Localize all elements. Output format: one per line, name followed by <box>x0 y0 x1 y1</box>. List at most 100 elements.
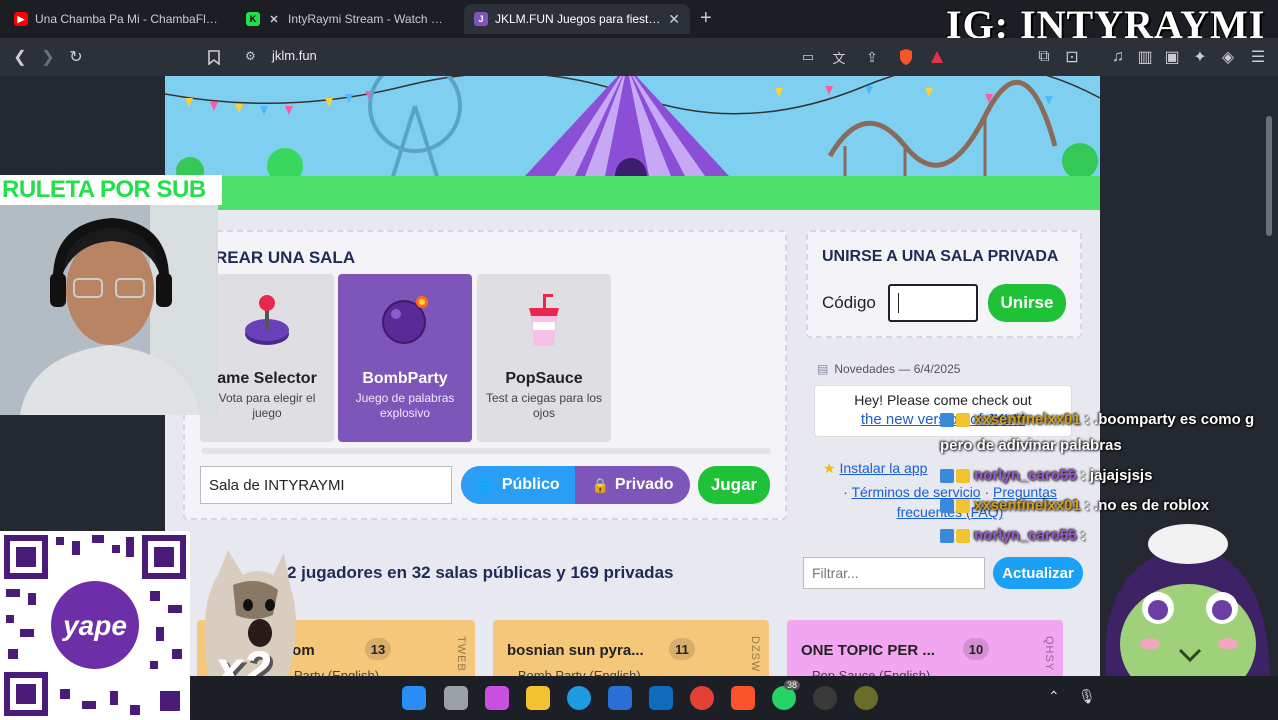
private-toggle-button[interactable]: 🔒 Privado <box>575 466 690 504</box>
whatsapp-badge: 38 <box>784 680 801 690</box>
game-card-game-selector[interactable]: ame Selector Vota para elegir el juego <box>200 274 334 442</box>
game-card-popsauce[interactable]: PopSauce Test a ciegas para los ojos <box>477 274 611 442</box>
refresh-button[interactable]: Actualizar <box>993 557 1083 589</box>
joystick-icon <box>245 295 289 345</box>
news-icon: ▤ <box>817 362 829 376</box>
windows-start-icon[interactable] <box>402 686 426 710</box>
browser-toolbar: ❮ ❯ ↻ ⚙ jklm.fun ▭ 文 ⇪ ⧉ ⊡ ♫ ▥ ▣ ✦ ◈ ☰ <box>0 38 1278 76</box>
game-description: Vota para elegir el juego <box>218 391 316 420</box>
subscriber-badge-icon <box>956 413 970 428</box>
webcam-feed <box>0 205 218 415</box>
tab-chambaflow[interactable]: ▶ Una Chamba Pa Mi - ChambaFlow (P... <box>4 4 230 34</box>
vpn-icon[interactable]: ◈ <box>1218 47 1238 67</box>
forward-icon[interactable]: ❯ <box>38 47 58 67</box>
extensions-icon[interactable]: ⧉ <box>1034 47 1054 67</box>
room-code: TWEB <box>455 636 467 672</box>
menu-icon[interactable]: ☰ <box>1248 47 1268 67</box>
file-explorer-icon[interactable] <box>526 686 550 710</box>
join-room-panel: UNIRSE A UNA SALA PRIVADA Código Unirse <box>806 230 1082 338</box>
app-icon[interactable] <box>854 686 878 710</box>
sidebar-icon[interactable]: ▥ <box>1135 47 1155 67</box>
wallet-icon[interactable]: ▣ <box>1162 47 1182 67</box>
public-label: Público <box>501 476 560 493</box>
game-name: ame Selector <box>217 370 317 387</box>
site-info-icon[interactable]: ⚙ <box>245 49 256 63</box>
new-tab-button[interactable]: + <box>700 7 712 30</box>
moderator-badge-icon <box>940 529 954 544</box>
qr-brand-text: yape <box>61 610 127 641</box>
play-button[interactable]: Jugar <box>698 466 770 504</box>
youtube-icon: ▶ <box>14 12 28 26</box>
ruleta-banner: RULETA POR SUB <box>0 175 222 205</box>
lock-icon: 🔒 <box>591 476 609 493</box>
room-name-input[interactable]: Sala de INTYRAYMI <box>200 466 452 504</box>
cast-icon[interactable]: ▭ <box>798 47 818 67</box>
subscriber-badge-icon <box>956 499 970 514</box>
room-filter-input[interactable]: Filtrar... <box>803 557 985 589</box>
install-app-link[interactable]: Instalar la app <box>839 460 927 476</box>
microphone-icon[interactable]: 🎙 <box>1078 688 1096 705</box>
tab-intyraymi-stream[interactable]: K ✕ IntyRaymi Stream - Watch Live on... <box>236 4 458 34</box>
bookmark-icon[interactable] <box>204 47 224 67</box>
room-name: ONE TOPIC PER ... <box>801 642 935 659</box>
star-icon: ★ <box>823 460 836 476</box>
screenshot-icon[interactable]: ⊡ <box>1062 47 1082 67</box>
edge-icon[interactable] <box>567 686 591 710</box>
drink-cup-icon <box>529 294 559 346</box>
leo-ai-icon[interactable]: ✦ <box>1190 47 1210 67</box>
chat-message: pero de adivinar palabras <box>940 437 1122 454</box>
game-card-bombparty[interactable]: BombParty Juego de palabras explosivo <box>338 274 472 442</box>
private-label: Privado <box>614 476 674 493</box>
news-header: ▤ Novedades — 6/4/2025 <box>817 362 961 376</box>
moderator-badge-icon <box>940 413 954 428</box>
obs-icon[interactable] <box>813 686 837 710</box>
tab-label: JKLM.FUN Juegos para fiestas en... <box>495 12 662 26</box>
page-scrollbar[interactable] <box>1266 116 1272 236</box>
public-toggle-button[interactable]: 🌐 Público <box>461 466 575 504</box>
reload-icon[interactable]: ↻ <box>66 47 86 67</box>
close-tab-icon[interactable]: ✕ <box>668 11 680 28</box>
globe-icon: 🌐 <box>476 476 494 493</box>
translate-icon[interactable]: 文 <box>829 47 849 67</box>
room-code-input[interactable] <box>888 284 978 322</box>
store-icon[interactable] <box>608 686 632 710</box>
browser-tab-bar: ▶ Una Chamba Pa Mi - ChambaFlow (P... K … <box>0 0 1278 47</box>
mute-icon[interactable]: ✕ <box>267 12 281 26</box>
room-player-count: 11 <box>669 638 695 660</box>
code-label: Código <box>822 293 876 312</box>
join-button[interactable]: Unirse <box>988 284 1066 322</box>
url-text[interactable]: jklm.fun <box>272 48 317 63</box>
back-icon[interactable]: ❮ <box>10 47 30 67</box>
create-room-title: REAR UNA SALA <box>215 248 356 267</box>
join-room-title: UNIRSE A UNA SALA PRIVADA <box>822 248 1059 265</box>
brave-shields-icon[interactable] <box>896 47 916 67</box>
chat-message: norlyn_caro55 : jajajsjsjs <box>940 461 1278 491</box>
copilot-icon[interactable] <box>485 686 509 710</box>
media-icon[interactable]: ♫ <box>1108 47 1128 67</box>
whatsapp-icon[interactable]: 38 <box>772 680 801 710</box>
share-icon[interactable]: ⇪ <box>862 47 882 67</box>
moderator-badge-icon <box>940 499 954 514</box>
jklm-site: REAR UNA SALA ame Selector Vota para ele… <box>165 76 1100 720</box>
game-list-scrollbar[interactable] <box>201 448 771 454</box>
bomb-icon <box>382 296 428 344</box>
tab-jklm[interactable]: J JKLM.FUN Juegos para fiestas en... ✕ <box>464 4 690 34</box>
install-app-row: ★ Instalar la app <box>823 460 927 477</box>
game-description: Test a ciegas para los ojos <box>485 391 603 420</box>
moderator-badge-icon <box>940 469 954 484</box>
brave-rewards-icon[interactable] <box>927 47 947 67</box>
game-description: Juego de palabras explosivo <box>355 391 455 420</box>
room-name: bosnian sun pyra... <box>507 642 644 659</box>
chrome-icon[interactable] <box>690 686 714 710</box>
tab-label: Una Chamba Pa Mi - ChambaFlow (P... <box>35 12 220 26</box>
room-player-count: 13 <box>365 638 391 660</box>
outlook-icon[interactable] <box>649 686 673 710</box>
yape-qr-code: yape <box>0 531 190 720</box>
brave-icon[interactable] <box>731 686 755 710</box>
visibility-toggle[interactable]: 🌐 Público 🔒 Privado <box>461 466 690 504</box>
rooms-summary: 2 jugadores en 32 salas públicas y 169 p… <box>287 563 674 582</box>
tray-chevron-icon[interactable]: ⌃ <box>1048 688 1060 705</box>
jklm-icon: J <box>474 12 488 26</box>
windows-taskbar: 38 ⌃ 🎙 <box>190 676 1278 720</box>
task-view-icon[interactable] <box>444 686 468 710</box>
